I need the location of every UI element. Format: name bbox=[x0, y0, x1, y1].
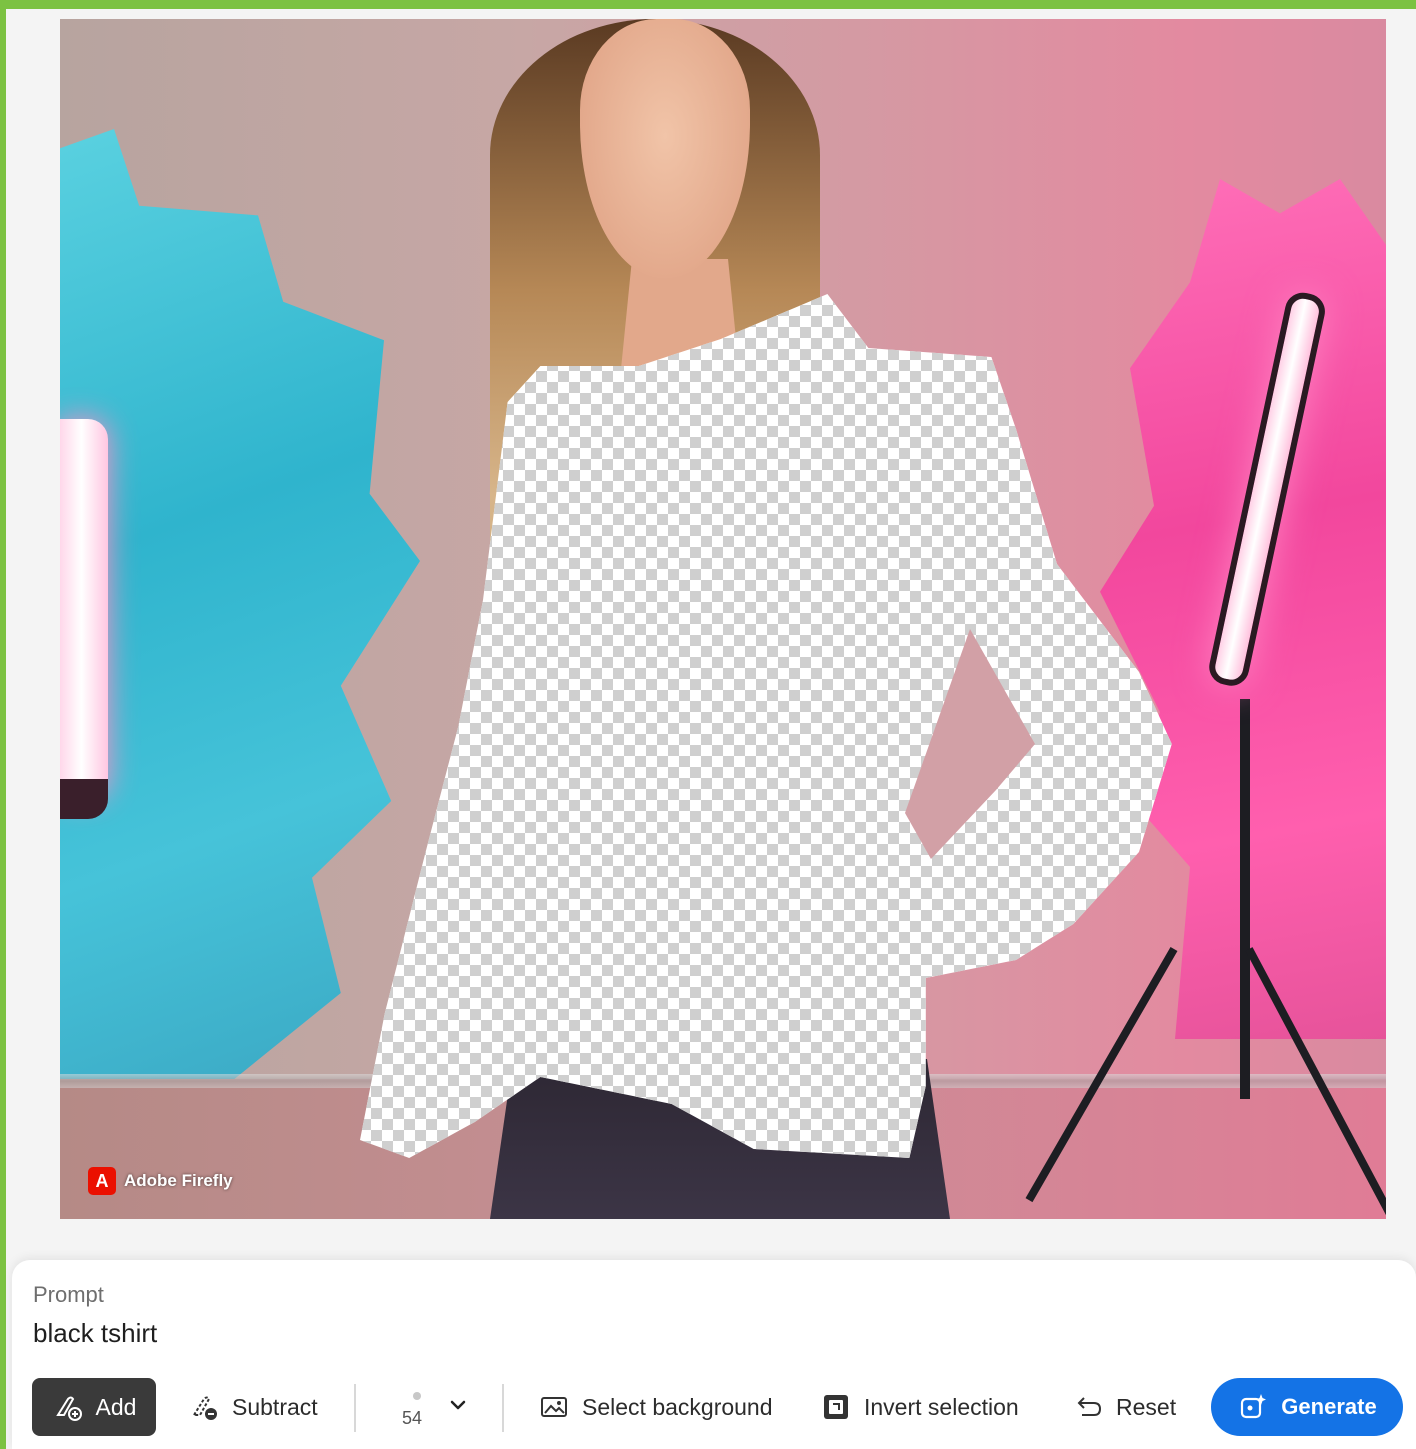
brush-subtract-icon bbox=[192, 1396, 217, 1420]
edited-image[interactable]: A Adobe Firefly bbox=[60, 19, 1386, 1219]
light-stand-pole bbox=[1240, 699, 1250, 1099]
brush-size-value: 54 bbox=[402, 1408, 423, 1428]
prompt-input[interactable]: black tshirt bbox=[33, 1318, 157, 1349]
brush-dot-icon bbox=[413, 1392, 421, 1400]
invert-icon bbox=[824, 1395, 848, 1419]
left-light-tube bbox=[60, 419, 108, 819]
window-top-border bbox=[0, 0, 1416, 9]
reset-label: Reset bbox=[1116, 1393, 1177, 1420]
add-button[interactable]: Add bbox=[32, 1378, 156, 1436]
chevron-down-icon bbox=[450, 1400, 466, 1410]
watermark-text: Adobe Firefly bbox=[124, 1171, 233, 1190]
reset-button[interactable]: Reset bbox=[1072, 1378, 1182, 1436]
toolbar-divider bbox=[354, 1384, 356, 1432]
toolbar-divider bbox=[502, 1384, 504, 1432]
brush-add-icon bbox=[55, 1396, 82, 1421]
firefly-watermark: A Adobe Firefly bbox=[88, 1167, 233, 1195]
undo-icon bbox=[1077, 1397, 1102, 1416]
select-background-label: Select background bbox=[582, 1393, 773, 1420]
toolbar: Add Subtract 54 Select background Invert… bbox=[32, 1378, 1412, 1436]
canvas-area[interactable]: A Adobe Firefly bbox=[6, 9, 1416, 1259]
blue-paper-sculpture bbox=[60, 129, 420, 1089]
adobe-logo-icon: A bbox=[88, 1167, 116, 1195]
add-label: Add bbox=[95, 1393, 137, 1420]
prompt-label: Prompt bbox=[33, 1282, 104, 1307]
subtract-label: Subtract bbox=[232, 1393, 318, 1420]
brush-size-dropdown[interactable]: 54 bbox=[387, 1378, 477, 1436]
sparkle-icon bbox=[1241, 1394, 1267, 1419]
select-background-button[interactable]: Select background bbox=[538, 1378, 778, 1436]
image-icon bbox=[541, 1397, 567, 1417]
generate-label: Generate bbox=[1281, 1394, 1377, 1419]
invert-selection-label: Invert selection bbox=[864, 1393, 1019, 1420]
invert-selection-button[interactable]: Invert selection bbox=[820, 1378, 1020, 1436]
generate-button[interactable]: Generate bbox=[1211, 1378, 1403, 1436]
masked-selection-region[interactable] bbox=[360, 294, 1172, 1158]
prompt-panel: Prompt black tshirt Add Subtract 54 Sele… bbox=[12, 1260, 1416, 1449]
subtract-button[interactable]: Subtract bbox=[188, 1378, 328, 1436]
